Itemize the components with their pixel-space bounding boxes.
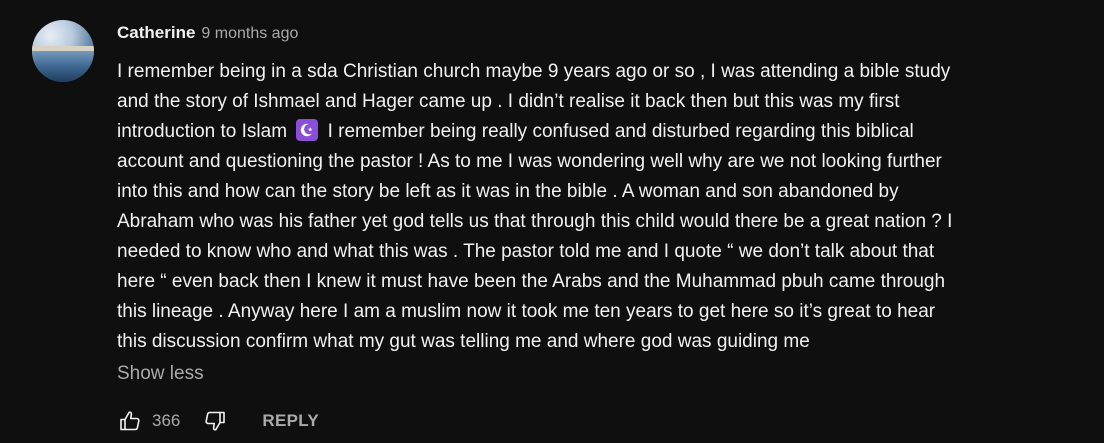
like-count: 366 bbox=[152, 411, 181, 430]
comment-line: I remember being in a sda Christian chur… bbox=[117, 61, 951, 82]
comment-timestamp[interactable]: 9 months ago bbox=[201, 25, 298, 43]
star-and-crescent-icon bbox=[296, 119, 319, 141]
comment-line: Abraham who was his father yet god tells… bbox=[117, 211, 953, 232]
avatar-sea bbox=[32, 48, 94, 82]
avatar-shore bbox=[32, 46, 94, 51]
comment-actions: 366 REPLY bbox=[117, 406, 319, 436]
comment-line: this discussion confirm what my gut was … bbox=[117, 331, 810, 352]
comment-line: needed to know who and what this was . T… bbox=[117, 241, 935, 262]
comment-line: account and questioning the pastor ! As … bbox=[117, 151, 942, 172]
comment-line: this lineage . Anyway here I am a muslim… bbox=[117, 301, 936, 322]
reply-button[interactable]: REPLY bbox=[262, 411, 319, 431]
comment-line-segment: introduction to Islam bbox=[117, 121, 288, 142]
show-less-button[interactable]: Show less bbox=[117, 363, 204, 385]
like-button[interactable] bbox=[117, 408, 143, 434]
comment-line-segment: I remember being really confused and dis… bbox=[327, 121, 914, 142]
author-name[interactable]: Catherine bbox=[117, 23, 195, 43]
comment-line: here “ even back then I knew it must hav… bbox=[117, 271, 946, 292]
avatar[interactable] bbox=[32, 20, 94, 82]
thumbs-down-icon bbox=[205, 411, 226, 431]
comment-line: introduction to Islam I remember being r… bbox=[117, 117, 1077, 147]
comment-header: Catherine 9 months ago bbox=[117, 23, 298, 47]
comment-line: into this and how can the story be left … bbox=[117, 181, 899, 202]
comment-text: I remember being in a sda Christian chur… bbox=[117, 57, 1077, 357]
thumbs-up-icon bbox=[120, 411, 140, 431]
dislike-button[interactable] bbox=[202, 408, 228, 434]
comment-line: and the story of Ishmael and Hager came … bbox=[117, 91, 900, 112]
